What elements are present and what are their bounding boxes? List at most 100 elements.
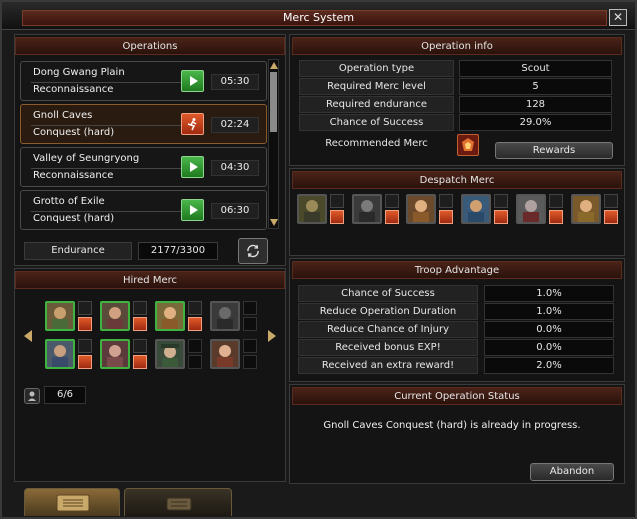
next-page-icon[interactable] <box>268 330 276 342</box>
merc-slot <box>494 194 508 208</box>
merc-status-icon <box>330 210 344 224</box>
advantage-value: 1.0% <box>484 285 614 302</box>
advantage-row: Reduce Chance of Injury 0.0% <box>298 321 614 338</box>
merc-status-icon <box>549 210 563 224</box>
operation-info-header: Operation info <box>292 37 622 55</box>
merc-status-icon <box>133 355 147 369</box>
operation-card[interactable]: Grotto of Exile Conquest (hard) 06:30 <box>20 190 267 230</box>
merc-portrait-icon <box>102 303 128 329</box>
operation-card[interactable]: Valley of Seungryong Reconnaissance 04:3… <box>20 147 267 187</box>
advantage-row: Received bonus EXP! 0.0% <box>298 339 614 356</box>
info-row: Required Merc level 5 <box>299 78 612 95</box>
merc-portrait[interactable] <box>210 339 240 369</box>
info-row: Operation type Scout <box>299 60 612 77</box>
merc-slot <box>604 194 618 208</box>
scroll-thumb[interactable] <box>270 72 277 132</box>
merc-portrait[interactable] <box>155 301 185 331</box>
merc-portrait[interactable] <box>45 301 75 331</box>
recommended-merc-icon[interactable] <box>457 134 479 156</box>
advantage-label: Reduce Operation Duration <box>298 303 478 320</box>
info-label: Operation type <box>299 60 454 77</box>
despatch-merc-portrait[interactable] <box>297 194 327 224</box>
operation-status-message: Gnoll Caves Conquest (hard) is already i… <box>323 420 581 431</box>
refresh-button[interactable] <box>238 238 268 264</box>
merc-slot <box>188 301 202 315</box>
operations-scrollbar[interactable] <box>268 59 279 229</box>
operation-type: Reconnaissance <box>33 170 114 181</box>
start-operation-button[interactable] <box>181 70 204 92</box>
operation-card-selected[interactable]: Gnoll Caves Conquest (hard) 02:24 <box>20 104 267 144</box>
operation-status-header: Current Operation Status <box>292 387 622 405</box>
refresh-icon <box>247 244 259 258</box>
merc-status-icon <box>439 210 453 224</box>
merc-portrait-icon <box>463 196 489 222</box>
despatch-merc-portrait[interactable] <box>406 194 436 224</box>
merc-portrait[interactable] <box>210 301 240 331</box>
operation-name: Dong Gwang Plain <box>33 67 125 78</box>
scroll-down-icon[interactable] <box>270 219 278 226</box>
merc-portrait[interactable] <box>155 339 185 369</box>
rewards-button[interactable]: Rewards <box>495 142 613 159</box>
merc-count: 6/6 <box>44 386 86 404</box>
abandon-button[interactable]: Abandon <box>530 463 614 481</box>
info-value: 5 <box>459 78 612 95</box>
advantage-value: 0.0% <box>484 339 614 356</box>
info-label: Chance of Success <box>299 114 454 131</box>
merc-slot <box>243 301 257 315</box>
close-icon: ✕ <box>612 10 624 24</box>
info-value: Scout <box>459 60 612 77</box>
operation-type: Conquest (hard) <box>33 213 115 224</box>
operation-time: 02:24 <box>211 117 259 133</box>
divider <box>31 82 182 83</box>
tab-merc-list[interactable] <box>124 488 232 516</box>
info-row: Required endurance 128 <box>299 96 612 113</box>
tab-operations[interactable] <box>24 488 120 516</box>
close-button[interactable]: ✕ <box>609 9 627 26</box>
despatch-merc-header: Despatch Merc <box>292 171 622 189</box>
merc-slot <box>243 317 257 331</box>
despatch-merc-portrait[interactable] <box>516 194 546 224</box>
merc-slot <box>188 339 202 353</box>
prev-page-icon[interactable] <box>24 330 32 342</box>
merc-portrait-icon <box>47 303 73 329</box>
info-value: 128 <box>459 96 612 113</box>
operation-running-button[interactable] <box>181 113 204 135</box>
start-operation-button[interactable] <box>181 199 204 221</box>
advantage-value: 1.0% <box>484 303 614 320</box>
despatch-merc-portrait[interactable] <box>571 194 601 224</box>
operation-type: Reconnaissance <box>33 84 114 95</box>
divider <box>31 168 182 169</box>
info-value: 29.0% <box>459 114 612 131</box>
running-man-icon <box>187 118 196 131</box>
operation-card[interactable]: Dong Gwang Plain Reconnaissance 05:30 <box>20 61 267 101</box>
merc-status-icon <box>494 210 508 224</box>
merc-slot <box>133 301 147 315</box>
advantage-label: Received an extra reward! <box>298 357 478 374</box>
info-label: Required endurance <box>299 96 454 113</box>
start-operation-button[interactable] <box>181 156 204 178</box>
merc-portrait[interactable] <box>45 339 75 369</box>
despatch-merc-portrait[interactable] <box>461 194 491 224</box>
divider <box>31 125 182 126</box>
merc-portrait[interactable] <box>100 339 130 369</box>
merc-status-icon <box>78 317 92 331</box>
merc-slot <box>133 339 147 353</box>
operation-time: 05:30 <box>211 74 259 90</box>
despatch-merc-portrait[interactable] <box>352 194 382 224</box>
advantage-label: Reduce Chance of Injury <box>298 321 478 338</box>
operations-header: Operations <box>15 37 285 55</box>
troop-advantage-header: Troop Advantage <box>292 261 622 279</box>
merc-portrait-icon <box>102 341 128 367</box>
merc-portrait-icon <box>573 196 599 222</box>
operation-time: 06:30 <box>211 203 259 219</box>
operation-name: Grotto of Exile <box>33 196 105 207</box>
merc-status-icon <box>78 355 92 369</box>
operation-name: Gnoll Caves <box>33 110 93 121</box>
operation-type: Conquest (hard) <box>33 127 115 138</box>
info-label: Required Merc level <box>299 78 454 95</box>
merc-portrait-icon <box>299 196 325 222</box>
play-icon <box>189 205 198 215</box>
advantage-value: 2.0% <box>484 357 614 374</box>
scroll-up-icon[interactable] <box>270 62 278 69</box>
merc-portrait[interactable] <box>100 301 130 331</box>
